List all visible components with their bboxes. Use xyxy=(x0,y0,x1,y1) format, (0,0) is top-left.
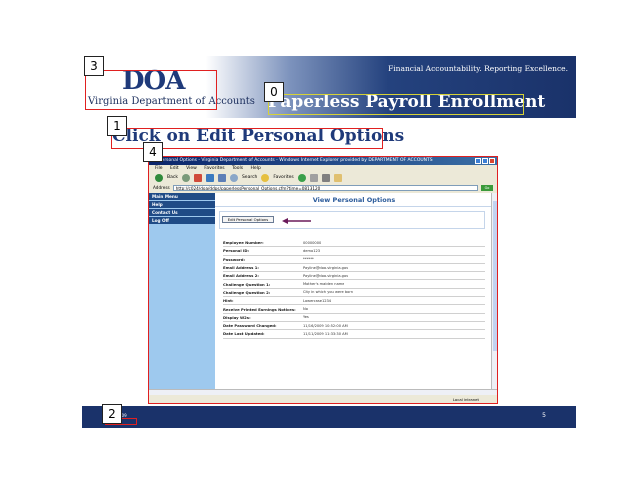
annotation-label-4: 4 xyxy=(143,142,163,162)
annotation-box-browser xyxy=(148,156,498,404)
annotation-label-2: 2 xyxy=(102,404,122,424)
annotation-label-3: 3 xyxy=(84,56,104,76)
header-tagline: Financial Accountability. Reporting Exce… xyxy=(388,64,568,73)
slide-footer: 12/2009 5 xyxy=(82,406,576,428)
annotation-label-0: 0 xyxy=(264,82,284,102)
page-number: 5 xyxy=(542,412,546,419)
annotation-box-title xyxy=(268,94,524,115)
annotation-label-1: 1 xyxy=(107,116,127,136)
annotation-box-logo xyxy=(85,70,217,110)
